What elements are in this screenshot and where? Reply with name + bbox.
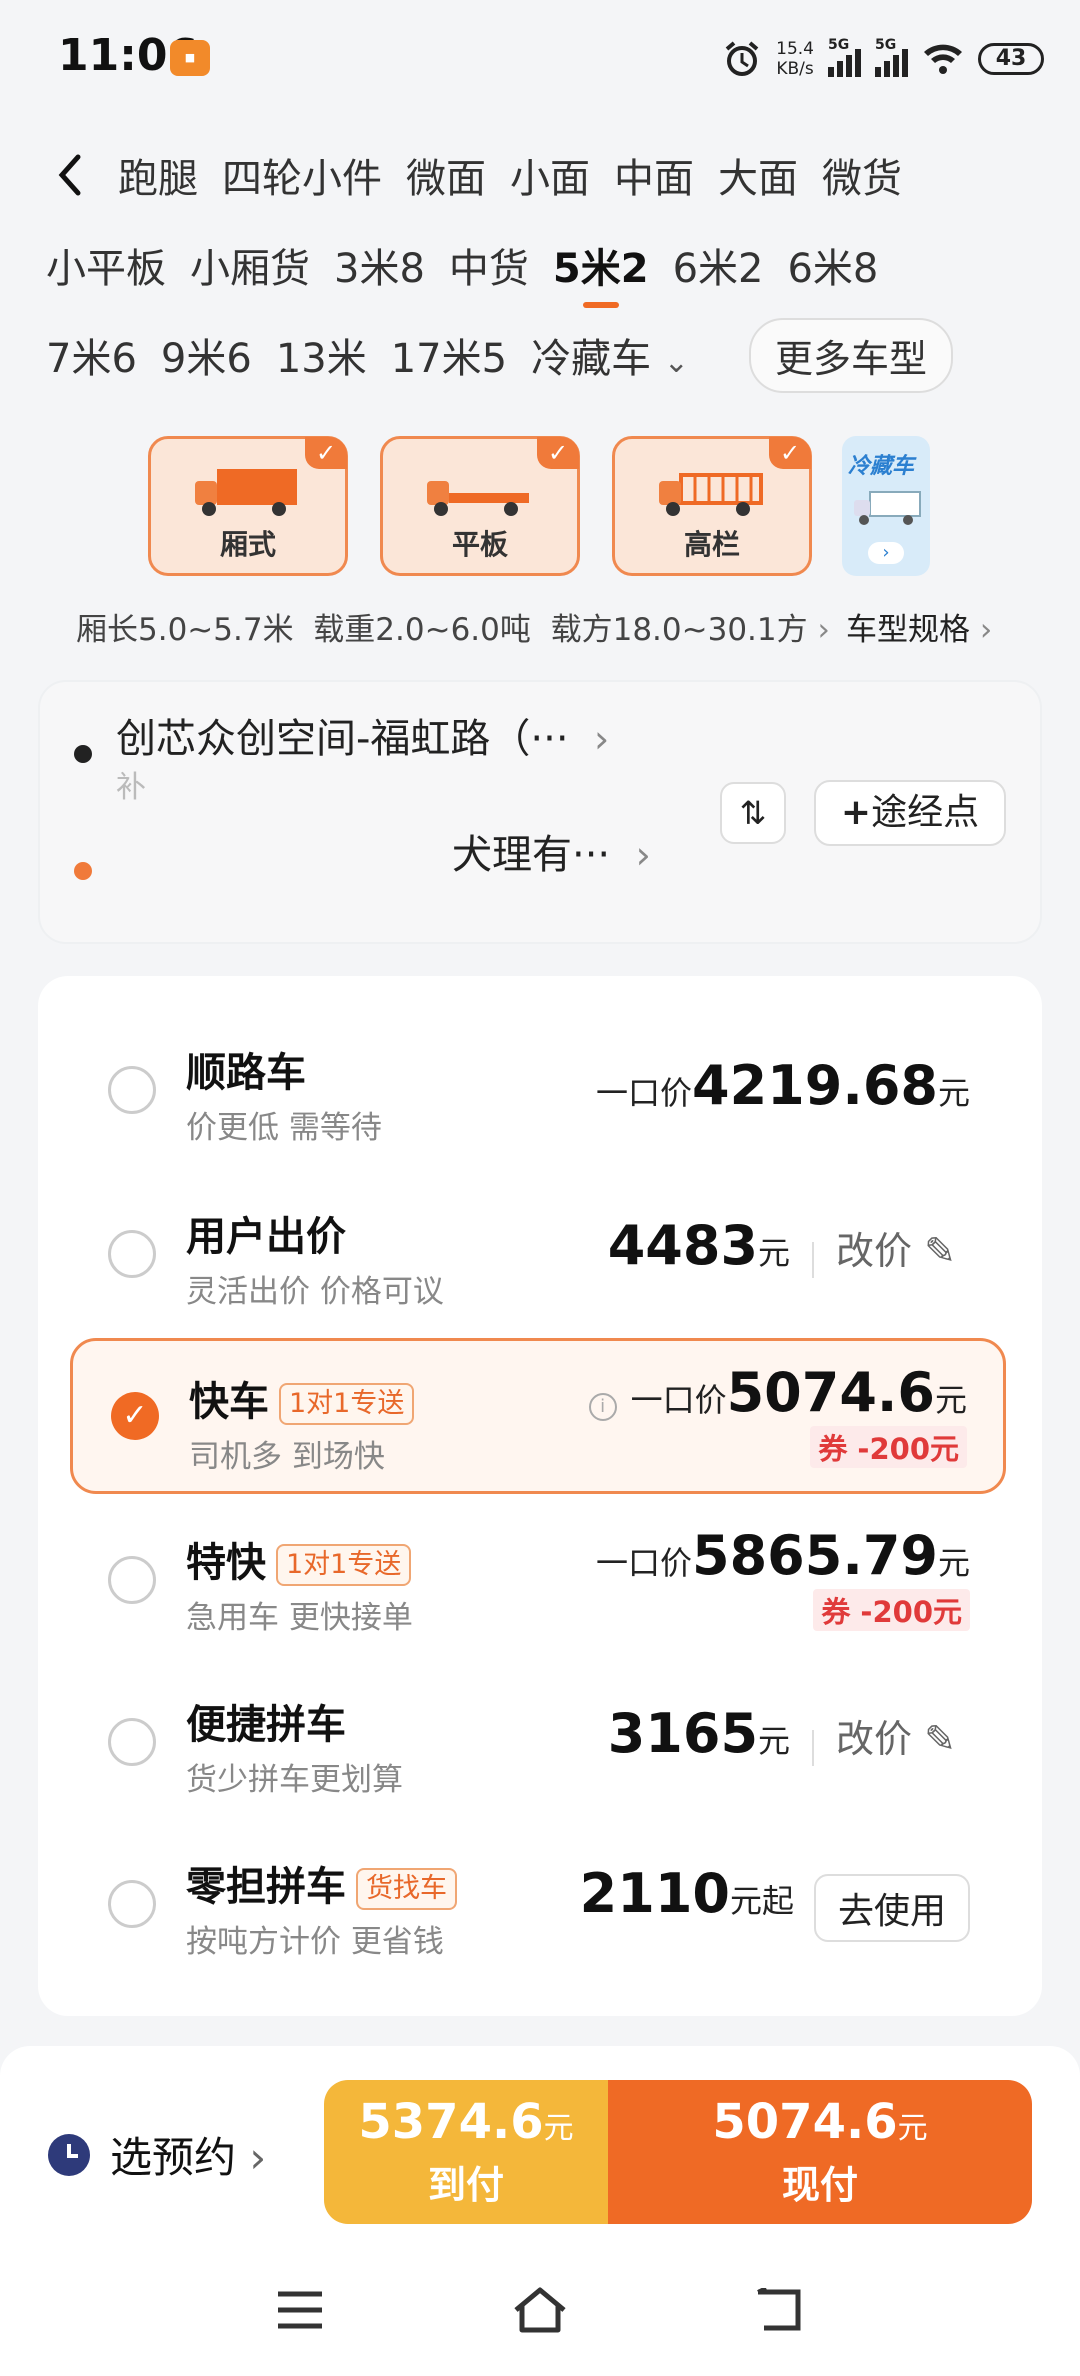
use-button[interactable]: 去使用 (813, 1873, 970, 1942)
tab-damian[interactable]: 大面 (718, 146, 798, 204)
status-icons: 15.4 KB/s 5G 5G 43 (722, 34, 1044, 84)
chevron-right-icon: › (249, 2133, 267, 2182)
wifi-icon (924, 44, 962, 74)
back-icon[interactable] (754, 2288, 804, 2332)
plus-icon: + (840, 792, 872, 833)
tab-paotui[interactable]: 跑腿 (118, 146, 198, 204)
tab-zhonghuo[interactable]: 中货 (449, 236, 529, 294)
radio-button[interactable] (108, 1556, 156, 1604)
tab-9m6[interactable]: 9米6 (161, 326, 252, 384)
tab-xiaomian[interactable]: 小面 (510, 146, 590, 204)
cold-chain-card[interactable]: 冷藏车 › (842, 436, 930, 576)
flatbed-truck-icon (427, 481, 529, 516)
pencil-icon: ✎ (924, 1229, 956, 1273)
origin-address[interactable]: 创芯众创空间-福虹路（··· › (116, 706, 609, 764)
vehicle-tabs-row1: 跑腿 四轮小件 微面 小面 中面 大面 微货 (0, 140, 1080, 210)
cargo-type-box[interactable]: 厢式 ✓ (148, 436, 348, 576)
chevron-right-icon: › (868, 542, 904, 564)
chevron-right-icon: › (979, 612, 993, 648)
badge-1v1: 1对1专送 (279, 1383, 415, 1425)
destination-address[interactable]: 犬理有··· › (452, 822, 651, 880)
tab-zhongmian[interactable]: 中面 (614, 146, 694, 204)
option-shunluche[interactable]: 顺路车 价更低 需等待 一口价4219.68元 (70, 1012, 1006, 1168)
tab-7m6[interactable]: 7米6 (46, 326, 137, 384)
tab-silun-xiaojian[interactable]: 四轮小件 (222, 146, 382, 204)
badge-huozhaoche: 货找车 (356, 1868, 457, 1910)
menu-icon[interactable] (276, 2290, 324, 2330)
tab-weimian[interactable]: 微面 (406, 146, 486, 204)
tab-xiaoxianghuo[interactable]: 小厢货 (190, 236, 310, 294)
more-vehicles-button[interactable]: 更多车型 (748, 317, 953, 393)
vehicle-spec-summary[interactable]: 厢长5.0~5.7米 载重2.0~6.0吨 载方18.0~30.1方 › (76, 604, 830, 649)
alarm-icon (725, 41, 759, 76)
tab-13m[interactable]: 13米 (276, 326, 367, 384)
cargo-type-flatbed[interactable]: 平板 ✓ (380, 436, 580, 576)
edit-price-button[interactable]: 改价 ✎ (836, 1229, 956, 1273)
box-truck-icon (195, 469, 297, 516)
tab-6m2[interactable]: 6米2 (673, 236, 764, 294)
pay-on-arrival-button[interactable]: 5374.6元 到付 (324, 2080, 608, 2224)
battery-indicator: 43 (978, 43, 1044, 75)
info-icon[interactable]: i (588, 1392, 617, 1421)
chevron-right-icon: › (594, 717, 610, 761)
option-tekuai[interactable]: 特快 1对1专送 急用车 更快接单 一口价5865.79元 券 -200元 (70, 1502, 1006, 1658)
system-nav-bar (0, 2246, 1080, 2376)
radio-button[interactable] (108, 1230, 156, 1278)
chevron-right-icon: › (635, 833, 651, 877)
add-waypoint-button[interactable]: +途经点 (814, 780, 1006, 846)
high-rail-truck-icon (659, 473, 763, 516)
net-speed: 15.4 KB/s (776, 39, 814, 79)
swap-icon: ⇅ (739, 794, 767, 832)
cargo-type-high-rail[interactable]: 高栏 ✓ (612, 436, 812, 576)
tab-lengcangche[interactable]: 冷藏车 ⌄ (531, 326, 689, 384)
edit-price-button[interactable]: 改价 ✎ (836, 1717, 956, 1761)
coupon-badge: 券 -200元 (810, 1426, 967, 1468)
checkmark-icon: ✓ (537, 437, 579, 469)
chevron-right-icon: › (817, 612, 830, 648)
tab-xiaopingban[interactable]: 小平板 (46, 236, 166, 294)
destination-dot-icon (74, 862, 92, 880)
vehicle-tabs-row3: 7米6 9米6 13米 17米5 冷藏车 ⌄ 更多车型 (0, 317, 1080, 393)
option-kuaiche[interactable]: ✓ 快车 1对1专送 司机多 到场快 i 一口价5074.6元 券 -200元 (70, 1338, 1006, 1494)
home-icon[interactable] (510, 2284, 570, 2334)
refrigerated-truck-icon (854, 491, 921, 525)
app-notification-icon: ■ (170, 40, 210, 76)
checkmark-icon: ✓ (305, 437, 347, 469)
radio-button[interactable] (108, 1718, 156, 1766)
tab-weihuo[interactable]: 微货 (822, 146, 902, 204)
radio-button-checked[interactable]: ✓ (111, 1392, 159, 1440)
vehicle-tabs-row2: 小平板 小厢货 3米8 中货 5米2 6米2 6米8 (0, 230, 1080, 300)
clock-icon (48, 2134, 90, 2176)
back-arrow-icon[interactable] (50, 145, 90, 205)
tab-3m8[interactable]: 3米8 (334, 236, 425, 294)
option-user-bid[interactable]: 用户出价 灵活出价 价格可议 4483元 改价 ✎ (70, 1176, 1006, 1332)
tab-6m8[interactable]: 6米8 (787, 236, 878, 294)
pay-now-button[interactable]: 5074.6元 现付 (608, 2080, 1032, 2224)
checkmark-icon: ✓ (769, 437, 811, 469)
badge-1v1: 1对1专送 (276, 1544, 412, 1586)
radio-button[interactable] (108, 1066, 156, 1114)
option-pinche[interactable]: 便捷拼车 货少拼车更划算 3165元 改价 ✎ (70, 1664, 1006, 1820)
signal-2-icon: 5G (875, 37, 908, 77)
radio-button[interactable] (108, 1880, 156, 1928)
origin-address-detail: 补 (116, 770, 146, 805)
signal-1-icon: 5G (828, 37, 861, 77)
option-lingdan[interactable]: 零担拼车 货找车 按吨方计价 更省钱 2110元起 去使用 (70, 1826, 1006, 1982)
chevron-down-icon: ⌄ (663, 345, 689, 380)
swap-address-button[interactable]: ⇅ (720, 782, 786, 844)
tab-5m2[interactable]: 5米2 (553, 236, 649, 294)
schedule-button[interactable]: 选预约 › (110, 2124, 266, 2185)
vehicle-spec-link[interactable]: 车型规格 › (846, 604, 992, 649)
tab-17m5[interactable]: 17米5 (391, 326, 507, 384)
pencil-icon: ✎ (924, 1717, 956, 1761)
origin-dot-icon (74, 745, 92, 763)
coupon-badge: 券 -200元 (813, 1589, 970, 1631)
